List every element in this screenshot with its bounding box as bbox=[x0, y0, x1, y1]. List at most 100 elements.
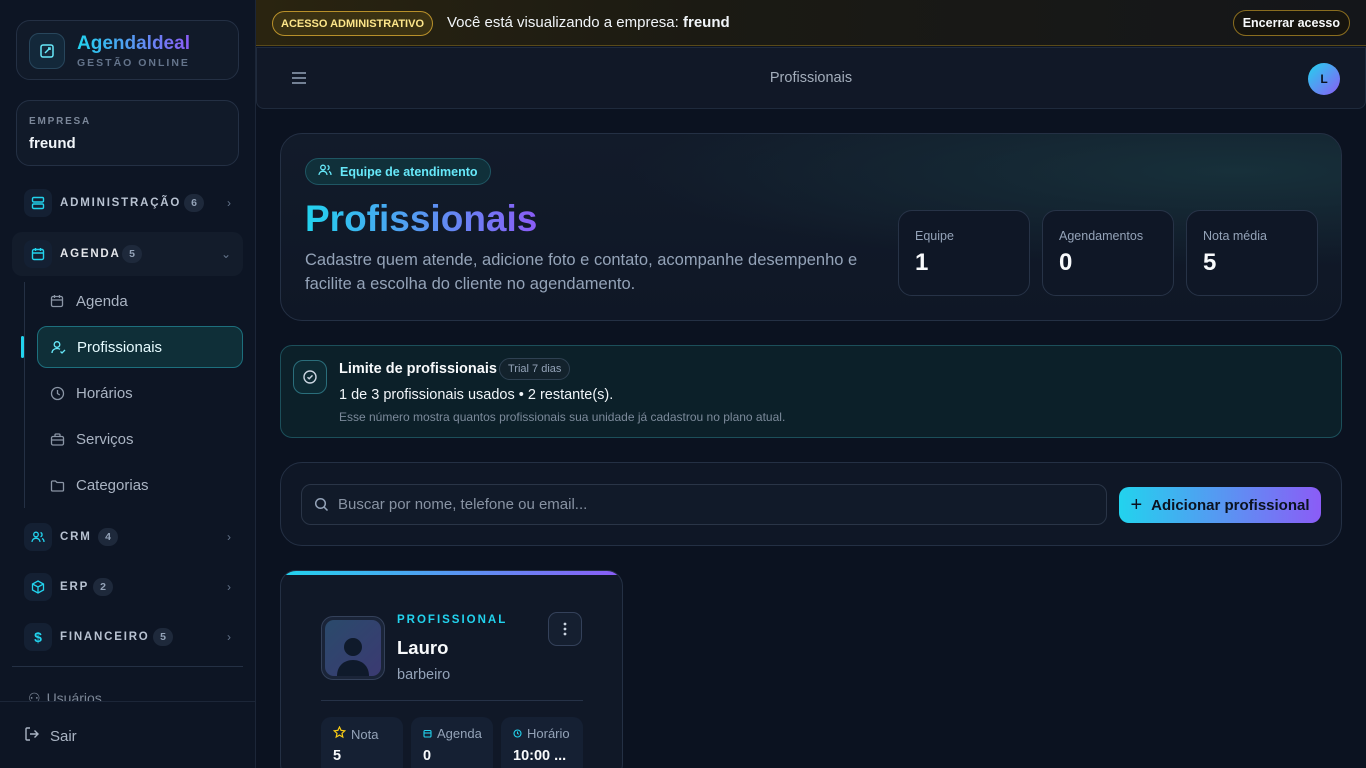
sidebar-footer: Sair bbox=[0, 701, 255, 768]
company-name: freund bbox=[29, 135, 76, 152]
professional-stat-nota: Nota 5 bbox=[321, 717, 403, 768]
calendar-icon bbox=[49, 293, 65, 309]
professional-kicker: PROFISSIONAL bbox=[397, 614, 508, 626]
submenu-line bbox=[24, 282, 25, 508]
admin-banner-company: freund bbox=[682, 14, 730, 31]
chevron-right-icon: › bbox=[227, 580, 231, 594]
hero-card: Equipe de atendimento Profissionais Cada… bbox=[280, 133, 1342, 321]
nav-count-badge: 4 bbox=[98, 528, 118, 546]
chevron-down-icon: ⌄ bbox=[220, 247, 231, 261]
server-icon bbox=[24, 189, 52, 217]
professional-stat-value: 10:00 ... bbox=[513, 748, 567, 764]
sidebar-item-horarios[interactable]: Horários bbox=[37, 372, 243, 414]
stat-value: 1 bbox=[915, 249, 929, 276]
avatar[interactable]: L bbox=[1308, 63, 1340, 95]
professional-stat-agenda: Agenda 0 bbox=[411, 717, 493, 768]
brand-subtitle: GESTÃO ONLINE bbox=[77, 57, 190, 69]
add-professional-button[interactable]: + Adicionar profissional bbox=[1119, 487, 1321, 523]
nav-group-crm[interactable]: CRM 4 › bbox=[12, 515, 243, 559]
stat-card-agendamentos: Agendamentos 0 bbox=[1042, 210, 1174, 296]
limit-card: Limite de profissionais Trial 7 dias 1 d… bbox=[280, 345, 1342, 438]
chevron-right-icon: › bbox=[227, 196, 231, 210]
nav-group-erp[interactable]: ERP 2 › bbox=[12, 565, 243, 609]
sidebar-item-label: Agenda bbox=[76, 292, 128, 310]
stat-value: 5 bbox=[1203, 249, 1217, 276]
sidebar-item-label: Serviços bbox=[76, 430, 134, 448]
end-access-button[interactable]: Encerrar acesso bbox=[1232, 10, 1350, 36]
sidebar-divider bbox=[12, 666, 243, 667]
check-circle-icon bbox=[293, 360, 327, 394]
active-indicator bbox=[21, 336, 24, 358]
search-toolbar: + Adicionar profissional bbox=[280, 462, 1342, 546]
company-card: EMPRESA freund bbox=[16, 100, 239, 166]
professional-card[interactable]: PROFISSIONAL Lauro barbeiro Nota 5 Agend… bbox=[280, 570, 623, 768]
search-input[interactable] bbox=[338, 485, 1098, 524]
users-icon bbox=[24, 523, 52, 551]
nav-group-label: ERP bbox=[60, 581, 90, 593]
nav-group-administracao[interactable]: ADMINISTRAÇÃO 6 › bbox=[12, 181, 243, 225]
nav-group-label: ADMINISTRAÇÃO bbox=[60, 197, 182, 209]
professional-stat-label: Horário bbox=[513, 726, 570, 741]
more-options-icon[interactable] bbox=[548, 612, 582, 646]
plan-badge: Trial 7 dias bbox=[499, 358, 571, 380]
chevron-right-icon: › bbox=[227, 530, 231, 544]
stat-label: Equipe bbox=[915, 229, 954, 243]
hero-description: Cadastre quem atende, adicione foto e co… bbox=[305, 251, 858, 293]
search-field[interactable] bbox=[301, 484, 1107, 525]
professional-photo bbox=[321, 616, 385, 680]
users-icon bbox=[318, 163, 332, 180]
professional-stat-value: 5 bbox=[333, 748, 342, 764]
user-silhouette-icon bbox=[325, 620, 381, 676]
brand-card[interactable]: Agendaldeal GESTÃO ONLINE bbox=[16, 20, 239, 80]
professional-role: barbeiro bbox=[397, 667, 451, 683]
star-icon bbox=[332, 725, 347, 742]
sidebar: Agendaldeal GESTÃO ONLINE EMPRESA freund… bbox=[0, 0, 256, 768]
package-icon bbox=[24, 573, 52, 601]
brand-name: Agendaldeal bbox=[77, 33, 190, 54]
sidebar-item-agenda[interactable]: Agenda bbox=[37, 280, 243, 322]
logout-button[interactable]: Sair bbox=[24, 726, 77, 746]
limit-title: Limite de profissionais bbox=[339, 361, 497, 377]
stat-value: 0 bbox=[1059, 249, 1073, 276]
logout-icon bbox=[24, 726, 40, 746]
nav-count-badge: 2 bbox=[93, 578, 113, 596]
topbar: Profissionais L bbox=[256, 47, 1366, 109]
sidebar-item-label: Categorias bbox=[76, 476, 149, 494]
nav-group-financeiro[interactable]: $ FINANCEIRO 5 › bbox=[12, 615, 243, 659]
sidebar-item-label: Profissionais bbox=[77, 338, 163, 356]
logout-label: Sair bbox=[50, 727, 77, 745]
calendar-edit-icon bbox=[29, 33, 65, 69]
admin-banner-message: Você está visualizando a empresa: bbox=[447, 14, 679, 31]
clock-icon bbox=[49, 385, 65, 401]
plus-icon: + bbox=[1130, 494, 1143, 516]
team-badge-label: Equipe de atendimento bbox=[340, 164, 478, 179]
add-professional-label: Adicionar profissional bbox=[1151, 496, 1310, 514]
professional-name: Lauro bbox=[397, 637, 449, 658]
nav-count-badge: 6 bbox=[184, 194, 204, 212]
nav-group-agenda[interactable]: AGENDA 5 ⌄ bbox=[12, 232, 243, 276]
card-accent-bar bbox=[281, 571, 622, 575]
briefcase-icon bbox=[49, 431, 65, 447]
search-icon bbox=[314, 497, 329, 517]
admin-access-banner: ACESSO ADMINISTRATIVO Você está visualiz… bbox=[256, 0, 1366, 46]
sidebar-item-profissionais[interactable]: Profissionais bbox=[37, 326, 243, 368]
admin-banner-text: Você está visualizando a empresa: freund bbox=[447, 14, 730, 31]
chevron-right-icon: › bbox=[227, 630, 231, 644]
nav-group-label: CRM bbox=[60, 531, 92, 543]
dollar-icon: $ bbox=[24, 623, 52, 651]
stat-label: Agendamentos bbox=[1059, 229, 1144, 243]
professional-stat-label: Nota bbox=[332, 725, 378, 742]
hero-title: Profissionais bbox=[305, 198, 538, 239]
sidebar-item-categorias[interactable]: Categorias bbox=[37, 464, 243, 506]
stat-label: Nota média bbox=[1203, 229, 1267, 243]
sidebar-item-servicos[interactable]: Serviços bbox=[37, 418, 243, 460]
professional-stat-label: Agenda bbox=[423, 726, 482, 741]
professional-stat-value: 0 bbox=[423, 748, 432, 764]
nav-count-badge: 5 bbox=[122, 245, 142, 263]
card-divider bbox=[321, 700, 583, 701]
team-badge: Equipe de atendimento bbox=[305, 158, 491, 185]
user-check-icon bbox=[50, 339, 66, 355]
calendar-icon bbox=[423, 726, 432, 741]
admin-access-badge: ACESSO ADMINISTRATIVO bbox=[272, 11, 434, 36]
nav-group-label: AGENDA bbox=[60, 248, 121, 260]
